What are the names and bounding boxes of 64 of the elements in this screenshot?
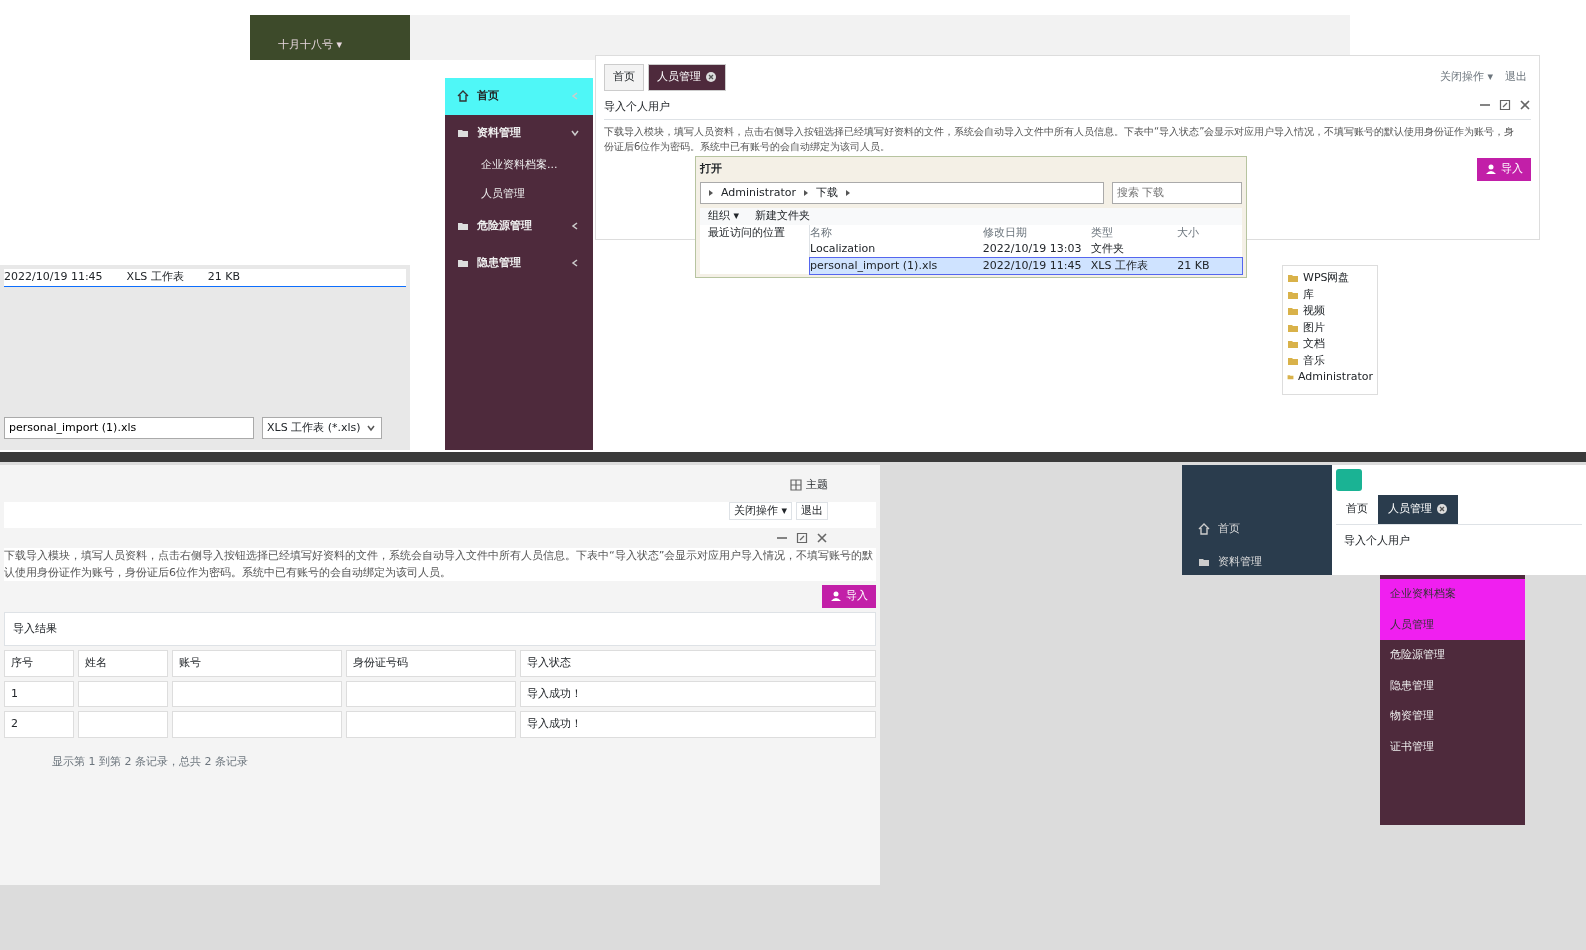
sidebar-item[interactable]: 人员管理 xyxy=(1380,609,1525,640)
tree-item[interactable]: 库 xyxy=(1303,286,1314,303)
section-title: 导入结果 xyxy=(4,611,876,646)
description-text: 下载导入模块，填写人员资料，点击右侧导入按钮选择已经填写好资料的文件，系统会自动导入文件中所有人员信息。下表中“导入状态”会显示对应用户导入情况，不填写账号的默认使用身份证作为账号，身份证后6位作为密码。系统中已有账号的会自动绑定为该司人员。 xyxy=(4,548,876,581)
import-button[interactable]: 导入 xyxy=(1477,158,1531,181)
nav-item[interactable]: 最近访问的位置 xyxy=(708,224,801,241)
date-menu[interactable]: 十月十八号 ▾ xyxy=(250,15,410,60)
tab[interactable]: 首页 xyxy=(1336,495,1378,524)
file-type-dropdown[interactable]: XLS 工作表 (*.xls) xyxy=(262,416,382,439)
table-cell: 导入成功！ xyxy=(520,680,876,707)
column-header[interactable]: 名称 xyxy=(810,224,983,241)
sidebar-item[interactable]: 危险源管理 xyxy=(477,218,561,235)
file-row[interactable]: personal_import (1).xls 2022/10/19 11:45 XLS 工作表 21 KB xyxy=(810,257,1242,274)
file-row[interactable]: Localization 2022/10/19 13:03 文件夹 xyxy=(810,241,1242,258)
tab[interactable]: 人员管理 xyxy=(1378,495,1458,524)
column-header[interactable]: 修改日期 xyxy=(982,224,1091,241)
table-cell: 导入成功！ xyxy=(520,711,876,738)
sidebar-item[interactable]: 首页 xyxy=(1218,521,1240,538)
pagination-text: 显示第 1 到第 2 条记录，总共 2 条记录 xyxy=(52,753,249,770)
tree-item[interactable]: 音乐 xyxy=(1303,352,1325,369)
tab[interactable]: 人员管理 xyxy=(648,64,726,91)
sidebar-subitem[interactable]: 企业资料档案... xyxy=(445,151,593,180)
column-header: 账号 xyxy=(172,650,342,677)
column-header[interactable]: 类型 xyxy=(1090,224,1178,241)
toolbar-link[interactable]: 关闭操作 ▾ xyxy=(1435,69,1497,86)
sidebar-item[interactable]: 隐患管理 xyxy=(477,254,561,271)
tree-item[interactable]: 文档 xyxy=(1303,336,1325,353)
sidebar-item[interactable]: 证书管理 xyxy=(1380,731,1525,762)
import-button[interactable]: 导入 xyxy=(822,585,876,608)
tree-item[interactable]: WPS网盘 xyxy=(1303,270,1350,287)
column-header: 姓名 xyxy=(78,650,168,677)
sidebar-item[interactable]: 资料管理 xyxy=(1218,553,1262,570)
tree-item[interactable]: 图片 xyxy=(1303,319,1325,336)
sidebar-item[interactable]: 资料管理 xyxy=(477,124,561,141)
tree-item[interactable]: Administrator xyxy=(1298,369,1373,386)
sidebar-item[interactable]: 企业资料档案 xyxy=(1380,579,1525,610)
tree-item[interactable]: 视频 xyxy=(1303,303,1325,320)
column-header: 身份证号码 xyxy=(346,650,516,677)
column-header: 序号 xyxy=(4,650,74,677)
file-cell-text: 2022/10/19 11:45 xyxy=(4,269,103,285)
toolbar-link[interactable]: 关闭操作 ▾ xyxy=(728,501,792,520)
toolbar-link[interactable]: 退出 xyxy=(796,501,828,520)
sidebar-item[interactable]: 物资管理 xyxy=(1380,701,1525,732)
toolbar-button[interactable]: 组织 ▾ xyxy=(708,208,740,225)
sidebar-item[interactable]: 危险源管理 xyxy=(1380,640,1525,671)
theme-link[interactable]: 主题 xyxy=(806,477,828,494)
description-text: 下载导入模块，填写人员资料，点击右侧导入按钮选择已经填写好资料的文件，系统会自动导入文件中所有人员信息。下表中“导入状态”会显示对应用户导入情况，不填写账号的默认使用身份证作为账号，身份证后6位作为密码。系统中已有账号的会自动绑定为该司人员。 xyxy=(604,125,1516,154)
path-field[interactable]: Administrator 下载 xyxy=(700,181,1104,204)
panel-title: 导入个人用户 xyxy=(1343,532,1411,549)
sidebar-subitem[interactable]: 人员管理 xyxy=(445,179,593,208)
toolbar-button[interactable]: 新建文件夹 xyxy=(755,208,811,225)
file-cell-text: 21 KB xyxy=(207,269,241,285)
dialog-title: 打开 xyxy=(700,161,723,177)
table-cell: 1 xyxy=(4,680,74,707)
sidebar-item[interactable]: 隐患管理 xyxy=(1380,670,1525,701)
search-field[interactable]: 搜索 下载 xyxy=(1112,181,1242,204)
column-header: 导入状态 xyxy=(520,650,876,677)
panel-title: 导入个人用户 xyxy=(604,98,671,115)
file-cell-text: XLS 工作表 xyxy=(126,269,184,285)
table-cell: 2 xyxy=(4,711,74,738)
toolbar-link[interactable]: 退出 xyxy=(1501,69,1531,86)
filename-field[interactable]: personal_import (1).xls xyxy=(4,416,254,439)
column-header[interactable]: 大小 xyxy=(1177,224,1242,241)
tab[interactable]: 首页 xyxy=(604,64,644,91)
